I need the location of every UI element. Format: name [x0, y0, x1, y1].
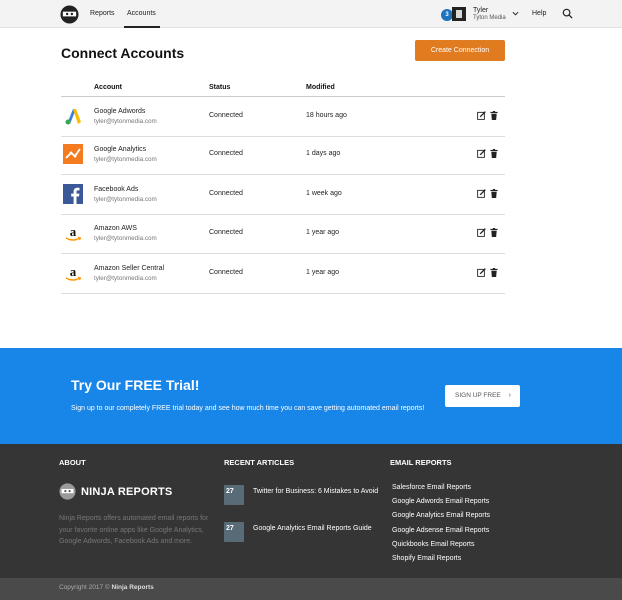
delete-icon[interactable]	[490, 228, 498, 237]
edit-icon[interactable]	[477, 189, 486, 198]
facebook-icon	[63, 184, 83, 204]
ninja-logo-icon[interactable]	[60, 5, 79, 24]
help-link[interactable]: Help	[532, 10, 546, 17]
table-header: Account Status Modified	[61, 84, 505, 97]
table-row: Google Analytics tyler@tytonmedia.com Co…	[61, 135, 505, 175]
chevron-down-icon[interactable]	[512, 10, 519, 17]
footer-link-quickbooks[interactable]: Quickbooks Email Reports	[392, 541, 474, 548]
table-row: Facebook Ads tyler@tytonmedia.com Connec…	[61, 175, 505, 215]
account-modified: 1 week ago	[306, 190, 342, 197]
footer-about-heading: ABOUT	[59, 458, 86, 467]
account-status: Connected	[209, 229, 243, 236]
footer-link-salesforce[interactable]: Salesforce Email Reports	[392, 484, 471, 491]
article-link[interactable]: Twitter for Business: 6 Mistakes to Avoi…	[253, 487, 383, 496]
footer-about-text: Ninja Reports offers automated email rep…	[59, 515, 209, 545]
google-adwords-icon	[65, 109, 81, 125]
edit-icon[interactable]	[477, 111, 486, 120]
account-modified: 18 hours ago	[306, 112, 347, 119]
nav-accounts-link[interactable]: Accounts	[127, 10, 156, 17]
footer-recent-heading: RECENT ARTICLES	[224, 458, 295, 467]
edit-icon[interactable]	[477, 268, 486, 277]
table-row: Google Adwords tyler@tytonmedia.com Conn…	[61, 97, 505, 137]
column-header-modified: Modified	[306, 84, 335, 91]
account-email: tyler@tytonmedia.com	[94, 156, 157, 163]
svg-text:a: a	[70, 264, 77, 279]
amazon-icon: a	[65, 224, 82, 241]
edit-icon[interactable]	[477, 228, 486, 237]
create-connection-button[interactable]: Create Connection	[415, 40, 505, 61]
account-name: Amazon AWS	[94, 225, 137, 232]
nav-reports-link[interactable]: Reports	[90, 10, 115, 17]
account-email: tyler@tytonmedia.com	[94, 196, 157, 203]
ninja-logo-icon	[59, 483, 76, 500]
delete-icon[interactable]	[490, 268, 498, 277]
delete-icon[interactable]	[490, 111, 498, 120]
footer-link-adsense[interactable]: Google Adsense Email Reports	[392, 527, 489, 534]
svg-text:a: a	[70, 224, 77, 239]
chevron-right-icon: ›	[508, 392, 511, 399]
delete-icon[interactable]	[490, 189, 498, 198]
column-header-status: Status	[209, 84, 231, 91]
search-icon[interactable]	[562, 8, 573, 19]
top-nav: Reports Accounts 3 Tyler Tyton Media Hel…	[0, 0, 622, 28]
edit-icon[interactable]	[477, 149, 486, 158]
account-modified: 1 year ago	[306, 229, 340, 236]
article-link[interactable]: Google Analytics Email Reports Guide	[253, 524, 383, 533]
google-analytics-icon	[63, 144, 83, 164]
delete-icon[interactable]	[490, 149, 498, 158]
column-header-account: Account	[94, 84, 122, 91]
footer-email-heading: EMAIL REPORTS	[390, 458, 452, 467]
footer: ABOUT NINJA REPORTS Ninja Reports offers…	[0, 444, 622, 578]
footer-link-shopify[interactable]: Shopify Email Reports	[392, 555, 461, 562]
account-email: tyler@tytonmedia.com	[94, 275, 157, 282]
user-name[interactable]: Tyler	[473, 7, 488, 14]
footer-brand: NINJA REPORTS	[81, 486, 173, 498]
account-modified: 1 year ago	[306, 269, 340, 276]
account-status: Connected	[209, 150, 243, 157]
banner-text: Sign up to our completely FREE trial tod…	[71, 405, 425, 412]
account-name: Google Analytics	[94, 146, 147, 153]
account-email: tyler@tytonmedia.com	[94, 118, 157, 125]
avatar[interactable]	[452, 7, 466, 21]
account-status: Connected	[209, 112, 243, 119]
article-thumbnail[interactable]: 27	[224, 485, 244, 505]
sign-up-label: SIGN UP FREE	[455, 392, 501, 399]
account-status: Connected	[209, 269, 243, 276]
article-thumbnail[interactable]: 27	[224, 522, 244, 542]
account-email: tyler@tytonmedia.com	[94, 235, 157, 242]
account-status: Connected	[209, 190, 243, 197]
copyright-bar: Copyright 2017 © Ninja Reports	[0, 578, 622, 600]
sign-up-free-button[interactable]: SIGN UP FREE ›	[445, 385, 520, 407]
table-row: a Amazon Seller Central tyler@tytonmedia…	[61, 254, 505, 294]
banner-title: Try Our FREE Trial!	[71, 377, 200, 393]
account-modified: 1 days ago	[306, 150, 341, 157]
page-title: Connect Accounts	[61, 45, 185, 61]
copyright-text: Copyright 2017 © Ninja Reports	[59, 584, 154, 591]
footer-link-adwords[interactable]: Google Adwords Email Reports	[392, 498, 489, 505]
free-trial-banner: Try Our FREE Trial! Sign up to our compl…	[0, 348, 622, 444]
amazon-icon: a	[65, 264, 82, 281]
footer-link-analytics[interactable]: Google Analytics Email Reports	[392, 512, 490, 519]
account-name: Google Adwords	[94, 108, 146, 115]
table-row: a Amazon AWS tyler@tytonmedia.com Connec…	[61, 214, 505, 254]
account-name: Facebook Ads	[94, 186, 139, 193]
avatar-icon	[456, 10, 462, 18]
account-name: Amazon Seller Central	[94, 265, 165, 272]
user-org[interactable]: Tyton Media	[473, 15, 506, 21]
active-tab-indicator	[124, 26, 160, 28]
